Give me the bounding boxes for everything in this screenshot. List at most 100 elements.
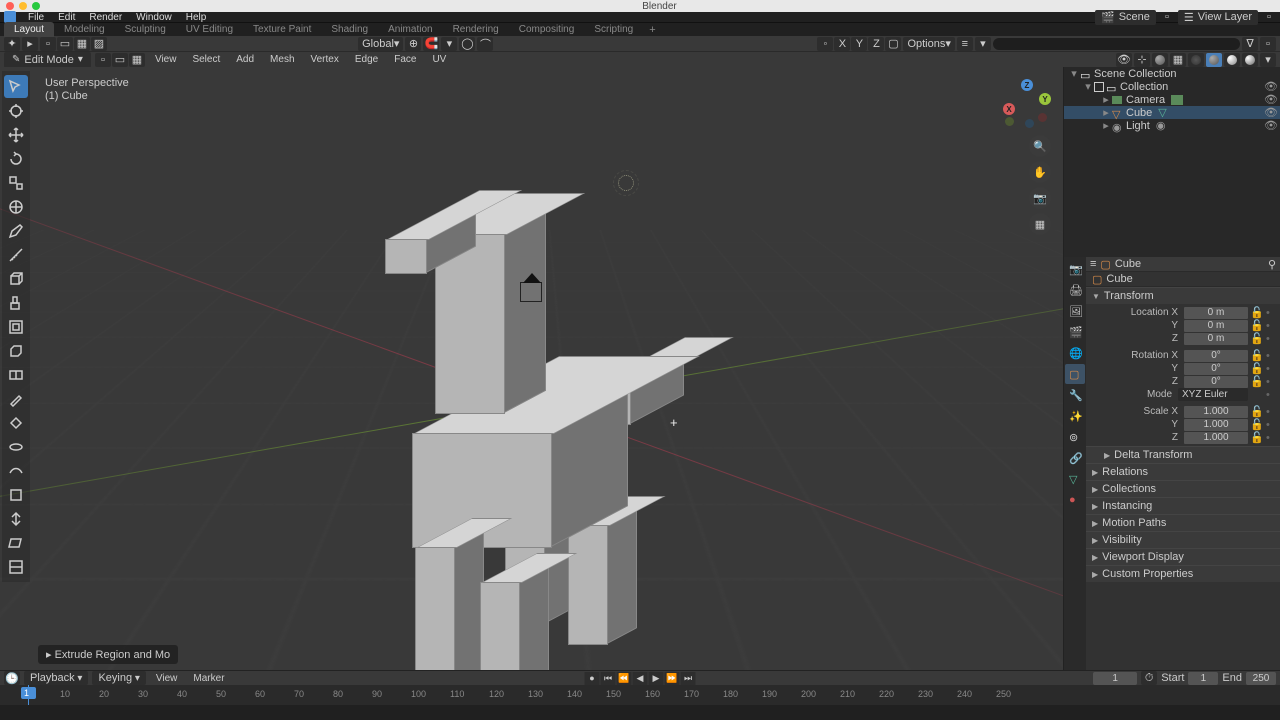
tool-knife[interactable] [4,387,28,410]
cursor-icon[interactable]: ▸ [22,37,38,51]
panel-relations[interactable]: ▶Relations [1086,463,1280,480]
eye-icon[interactable]: 👁 [1264,119,1280,132]
xray-icon[interactable]: ▦ [1170,53,1186,67]
axis-z-icon[interactable]: Z [1021,79,1033,91]
timeline-track[interactable]: 1 10203040506070809010011012013014015016… [0,685,1280,705]
location-y[interactable]: 0 m [1184,320,1248,332]
scene-selector[interactable]: 🎬 Scene [1095,10,1156,25]
select-vertex-icon[interactable]: ▫ [40,37,56,51]
lock-icon[interactable]: 🔓 [1250,418,1264,431]
preview-range-icon[interactable]: ⏱ [1141,671,1157,685]
tool-region[interactable] [4,555,28,578]
eye-icon[interactable]: 👁 [1264,93,1280,106]
ptab-constraints[interactable]: 🔗 [1065,448,1085,468]
rotation-x[interactable]: 0° [1184,350,1248,362]
panel-custom-properties[interactable]: ▶Custom Properties [1086,565,1280,582]
ws-modeling[interactable]: Modeling [54,22,115,37]
lock-icon[interactable]: 🔓 [1250,349,1264,362]
pan-icon[interactable]: ✋ [1029,161,1051,183]
camera-view-icon[interactable]: 📷 [1029,187,1051,209]
ws-scripting[interactable]: Scripting [584,22,643,37]
ptab-particles[interactable]: ✨ [1065,406,1085,426]
tool-edge-slide[interactable] [4,483,28,506]
menu-add[interactable]: Add [230,52,260,67]
tool-spin[interactable] [4,435,28,458]
outliner-cube-row[interactable]: ▸▽ Cube ▽ 👁 [1064,106,1280,119]
ws-animation[interactable]: Animation [378,22,442,37]
tool-loopcut[interactable] [4,363,28,386]
shade-dropdown-icon[interactable]: ▾ [1260,53,1276,67]
scale-x[interactable]: 1.000 [1184,406,1248,418]
tool-rotate[interactable] [4,147,28,170]
face-mode-icon[interactable]: ▦ [129,53,145,67]
tool-add-cube[interactable] [4,267,28,290]
snap-icon[interactable]: 🧲 [423,37,439,51]
mode-select[interactable]: ✎ Edit Mode ▾ [4,52,91,68]
ptab-scene[interactable]: 🎬 [1065,322,1085,342]
axis-nx-icon[interactable] [1038,113,1047,122]
panel-motion-paths[interactable]: ▶Motion Paths [1086,514,1280,531]
tool-shear[interactable] [4,531,28,554]
axis-y-icon[interactable]: Y [1039,93,1051,105]
select-expand-icon[interactable]: ▨ [91,37,107,51]
eye-icon[interactable]: 👁 [1264,80,1280,93]
timeline-marker[interactable]: Marker [187,671,230,686]
maximize-window-icon[interactable] [32,2,40,10]
close-window-icon[interactable] [6,2,14,10]
prev-key-icon[interactable]: ⏪ [617,672,632,685]
nav-gizmo[interactable]: Z Y X [1003,79,1051,127]
tool-move[interactable] [4,123,28,146]
tool-select-box[interactable] [4,75,28,98]
lock-icon[interactable]: 🔓 [1250,332,1264,345]
ws-compositing[interactable]: Compositing [509,22,585,37]
outliner-light-row[interactable]: ▸◉ Light ◉ 👁 [1064,119,1280,132]
tool-inset[interactable] [4,315,28,338]
ptab-world[interactable]: 🌐 [1065,343,1085,363]
jump-end-icon[interactable]: ⏭ [681,672,696,685]
tool-cursor[interactable] [4,99,28,122]
proportional-icon[interactable]: ◯ [459,37,475,51]
timeline-playback[interactable]: Playback ▾ [24,671,88,685]
lock-icon[interactable]: 🔓 [1250,362,1264,375]
rendered-shade-icon[interactable] [1242,53,1258,67]
outliner-display-mode-icon[interactable]: ≡ [957,37,973,51]
outliner-collection-row[interactable]: ▾ ▭ Collection 👁 [1064,80,1280,93]
timeline-view[interactable]: View [150,671,184,686]
lock-icon[interactable]: 🔓 [1250,306,1264,319]
minimize-window-icon[interactable] [19,2,27,10]
zoom-icon[interactable]: 🔍 [1029,135,1051,157]
edge-mode-icon[interactable]: ▭ [112,53,128,67]
ptab-mesh[interactable]: ▽ [1065,469,1085,489]
lock-icon[interactable]: 🔓 [1250,405,1264,418]
menu-face[interactable]: Face [388,52,422,67]
ptab-viewlayer[interactable]: 🖼 [1065,301,1085,321]
panel-instancing[interactable]: ▶Instancing [1086,497,1280,514]
panel-delta-transform[interactable]: ▶Delta Transform [1086,446,1280,463]
menu-select[interactable]: Select [186,52,226,67]
ptab-render[interactable]: 📷 [1065,259,1085,279]
tool-extrude[interactable] [4,291,28,314]
tool-annotate[interactable] [4,219,28,242]
ptab-modifiers[interactable]: 🔧 [1065,385,1085,405]
outliner-search[interactable] [993,38,1240,50]
tool-scale[interactable] [4,171,28,194]
location-x[interactable]: 0 m [1184,307,1248,319]
ws-uvediting[interactable]: UV Editing [176,22,243,37]
lock-icon[interactable]: 🔓 [1250,319,1264,332]
panel-visibility[interactable]: ▶Visibility [1086,531,1280,548]
mesh-sel-more-icon[interactable]: Z [868,37,884,51]
ws-rendering[interactable]: Rendering [443,22,509,37]
tool-shrink[interactable] [4,507,28,530]
matprev-shade-icon[interactable] [1224,53,1240,67]
mesh-sel-vert-icon[interactable]: ◦ [817,37,833,51]
outliner-filter-icon[interactable]: ▾ [975,37,991,51]
axis-ny-icon[interactable] [1005,117,1014,126]
tool-measure[interactable] [4,243,28,266]
ptab-output[interactable]: 🖨 [1065,280,1085,300]
overlay-icon[interactable] [1152,53,1168,67]
orientation-select[interactable]: Global ▾ [358,37,403,51]
autokey-icon[interactable]: ● [585,672,600,685]
select-edge-icon[interactable]: ▭ [57,37,73,51]
add-workspace-button[interactable]: + [643,22,661,38]
ptab-material[interactable]: ● [1065,490,1085,510]
